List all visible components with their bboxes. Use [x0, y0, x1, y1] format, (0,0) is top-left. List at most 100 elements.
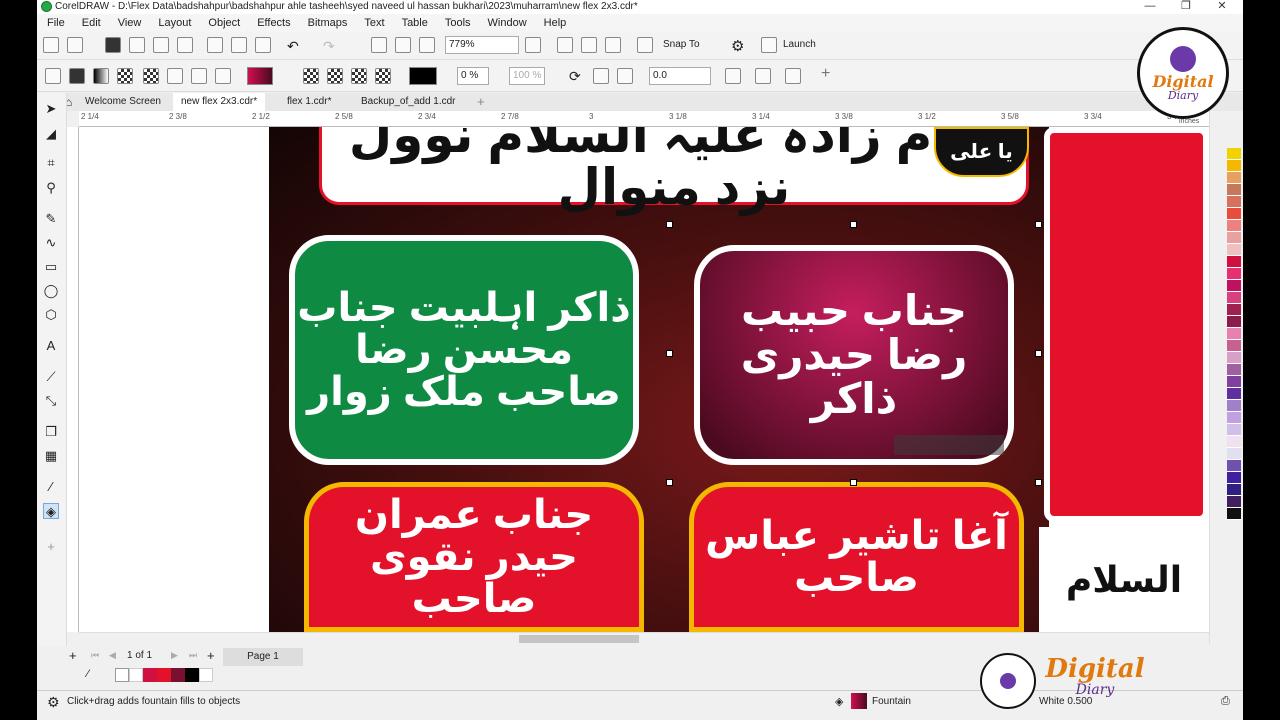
launch-icon[interactable]	[761, 37, 777, 53]
menu-object[interactable]: Object	[208, 17, 240, 29]
menu-view[interactable]: View	[118, 17, 142, 29]
close-button[interactable]: ✕	[1211, 0, 1233, 14]
menu-window[interactable]: Window	[488, 17, 527, 29]
menu-text[interactable]: Text	[364, 17, 384, 29]
postscript-fill-icon[interactable]	[215, 68, 231, 84]
palette-swatch[interactable]	[1227, 244, 1241, 256]
launch-dropdown[interactable]: Launch	[783, 36, 816, 54]
gold-emblem[interactable]: یا علی	[934, 127, 1029, 177]
undo-icon[interactable]: ↶	[287, 38, 299, 55]
page-tab[interactable]: Page 1	[223, 648, 303, 666]
red-banner-left[interactable]: جناب عمران حیدر نقوی صاحب	[304, 482, 644, 632]
top-banner[interactable]: امام زادہ علیہ السلام نوول نزد منوال	[319, 127, 1029, 213]
first-page-icon[interactable]: ⏮	[91, 650, 99, 661]
reverse-fill-icon[interactable]: ⟳	[569, 68, 581, 85]
node-position-field[interactable]: 100 %	[509, 67, 545, 85]
eyedropper-tool-icon[interactable]: ⁄	[43, 479, 59, 495]
printer-icon[interactable]: ⎙	[1221, 695, 1230, 708]
new-document-icon[interactable]	[43, 37, 59, 53]
redo-icon[interactable]: ↷	[323, 38, 335, 55]
palette-swatch[interactable]	[1227, 364, 1241, 376]
gear-icon[interactable]: ⚙	[731, 37, 744, 55]
save-icon[interactable]	[105, 37, 121, 53]
maroon-swatch[interactable]	[171, 668, 185, 682]
palette-swatch[interactable]	[1227, 436, 1241, 448]
palette-swatch[interactable]	[1227, 220, 1241, 232]
palette-swatch[interactable]	[1227, 424, 1241, 436]
node-transparency-field[interactable]: 0 %	[457, 67, 489, 85]
menu-layout[interactable]: Layout	[158, 17, 191, 29]
palette-swatch[interactable]	[1227, 340, 1241, 352]
freehand-tool-icon[interactable]: ✎	[43, 211, 59, 227]
add-tool-icon[interactable]: +	[43, 539, 59, 555]
open-icon[interactable]	[67, 37, 83, 53]
palette-swatch[interactable]	[1227, 268, 1241, 280]
menu-file[interactable]: File	[47, 17, 65, 29]
eyedropper-icon[interactable]: ⁄	[87, 668, 89, 680]
vector-pattern-icon[interactable]	[117, 68, 133, 84]
palette-swatch[interactable]	[1227, 280, 1241, 292]
show-rulers-icon[interactable]	[557, 37, 573, 53]
menu-edit[interactable]: Edit	[82, 17, 101, 29]
zoom-level-field[interactable]: 779%	[445, 36, 519, 54]
selected-pink-banner[interactable]: جناب حبیب رضا حیدری ذاکر	[694, 245, 1014, 465]
copy-fill-icon[interactable]	[755, 68, 771, 84]
rectangular-fountain-icon[interactable]	[375, 68, 391, 84]
rectangle-tool-icon[interactable]: ▭	[43, 259, 59, 275]
selection-handle[interactable]	[666, 221, 673, 228]
bitmap-pattern-icon[interactable]	[143, 68, 159, 84]
palette-swatch[interactable]	[1227, 172, 1241, 184]
full-screen-icon[interactable]	[525, 37, 541, 53]
palette-swatch[interactable]	[1227, 208, 1241, 220]
node-color-swatch[interactable]	[409, 67, 437, 85]
horizontal-ruler[interactable]: 2 1/4 2 3/8 2 1/2 2 5/8 2 3/4 2 7/8 3 3 …	[79, 111, 1209, 127]
palette-swatch[interactable]	[1227, 328, 1241, 340]
color-palette[interactable]	[1227, 148, 1241, 648]
palette-swatch[interactable]	[1227, 316, 1241, 328]
export-icon[interactable]	[177, 37, 193, 53]
menu-effects[interactable]: Effects	[257, 17, 290, 29]
menu-bitmaps[interactable]: Bitmaps	[308, 17, 348, 29]
crop-tool-icon[interactable]: ⌗	[43, 155, 59, 171]
vertical-scrollbar[interactable]	[1209, 111, 1221, 644]
selection-handle[interactable]	[666, 350, 673, 357]
palette-swatch[interactable]	[1227, 304, 1241, 316]
pdf-icon[interactable]	[419, 37, 435, 53]
next-page-icon[interactable]: ▶	[171, 650, 178, 661]
tab-backup[interactable]: Backup_of_add 1.cdr	[353, 93, 464, 111]
two-color-pattern-icon[interactable]	[167, 68, 183, 84]
previous-page-icon[interactable]: ◀	[109, 650, 116, 661]
dimension-tool-icon[interactable]: ⟋	[43, 369, 59, 385]
fountain-fill-mini-toolbar[interactable]	[894, 435, 1004, 455]
repeat-fill-icon[interactable]	[617, 68, 633, 84]
no-fill-icon[interactable]	[45, 68, 61, 84]
selection-handle[interactable]	[666, 479, 673, 486]
acceleration-field[interactable]: 0.0	[649, 67, 711, 85]
menu-tools[interactable]: Tools	[445, 17, 471, 29]
red-swatch[interactable]	[157, 668, 171, 682]
right-red-panel[interactable]	[1044, 127, 1209, 522]
free-scale-icon[interactable]	[725, 68, 741, 84]
black-swatch[interactable]	[185, 668, 199, 682]
fill-preview-swatch[interactable]	[851, 693, 867, 709]
show-grid-icon[interactable]	[581, 37, 597, 53]
palette-swatch[interactable]	[1227, 388, 1241, 400]
selection-handle[interactable]	[1035, 221, 1042, 228]
white-swatch-2[interactable]	[199, 668, 213, 682]
last-page-icon[interactable]: ⏭	[189, 650, 197, 661]
palette-swatch[interactable]	[1227, 160, 1241, 172]
add-tab-icon[interactable]: +	[477, 94, 485, 109]
import-arrow-icon[interactable]	[371, 37, 387, 53]
tab-new-flex[interactable]: new flex 2x3.cdr*	[173, 93, 266, 111]
palette-swatch[interactable]	[1227, 412, 1241, 424]
fill-color-swatch[interactable]	[247, 67, 273, 85]
no-color-swatch[interactable]	[115, 668, 129, 682]
snap-off-icon[interactable]	[637, 37, 653, 53]
export-arrow-icon[interactable]	[395, 37, 411, 53]
palette-swatch[interactable]	[1227, 148, 1241, 160]
add-icon[interactable]: +	[821, 65, 830, 83]
green-banner[interactable]: ذاکر اہلبیت جناب محسن رضا صاحب ملک زوار	[289, 235, 639, 465]
show-guidelines-icon[interactable]	[605, 37, 621, 53]
palette-swatch[interactable]	[1227, 496, 1241, 508]
right-panel-text[interactable]: السلام	[1039, 527, 1209, 632]
